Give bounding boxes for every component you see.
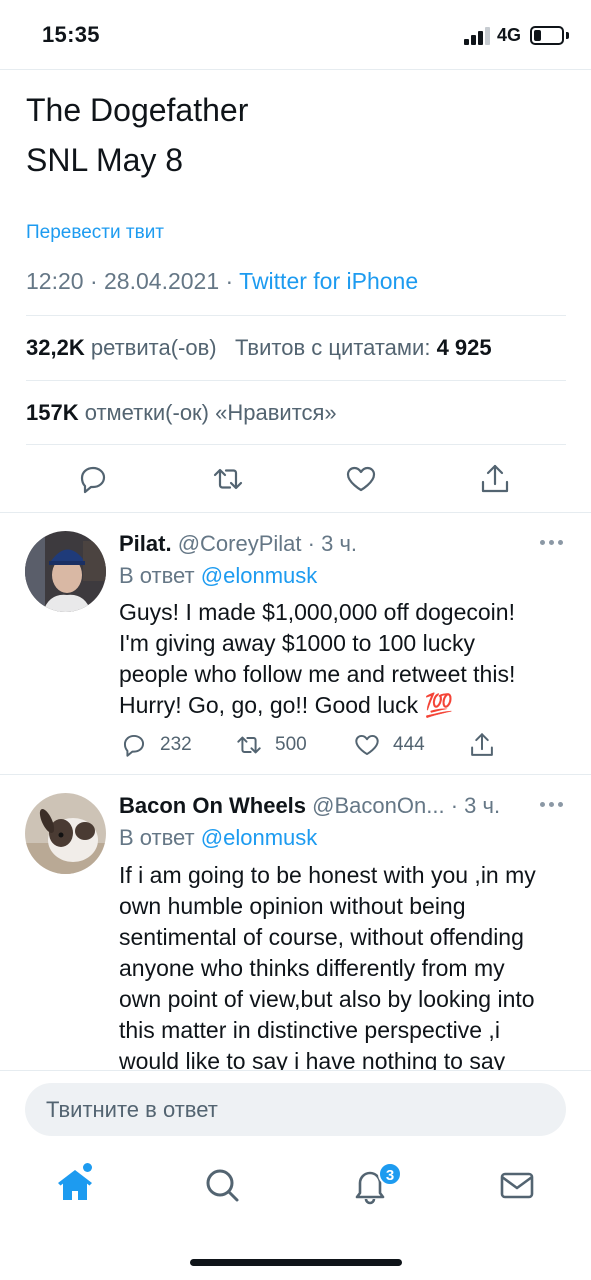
section-divider [0,512,591,513]
divider [26,380,566,381]
tweet-source-link[interactable]: Twitter for iPhone [239,268,418,294]
home-new-content-dot [83,1163,92,1172]
share-icon[interactable] [468,731,498,761]
section-divider [0,774,591,775]
reply-header: Pilat. @CoreyPilat · 3 ч. [119,531,358,556]
retweet-action[interactable]: 500 [235,731,325,761]
reply-time: 3 ч. [321,531,358,556]
reply-icon [123,734,145,757]
retweet-quote-stats: 32,2K ретвита(-ов) Твитов с цитатами: 4 … [26,335,492,361]
tweet-time: 12:20 [26,268,84,294]
reply-text: If i am going to be honest with you ,in … [119,862,536,1074]
more-options-icon[interactable] [540,539,564,547]
retweet-icon [237,736,261,754]
messages-tab-icon[interactable] [497,1165,537,1205]
search-tab-icon[interactable] [202,1165,242,1205]
divider [26,444,566,445]
like-count: 444 [393,734,425,755]
retweets-stat[interactable]: 32,2K ретвита(-ов) [26,335,217,360]
reply-author-handle[interactable]: @CoreyPilat [178,531,302,556]
mention-link[interactable]: @elonmusk [201,825,318,850]
likes-stat[interactable]: 157K отметки(-ок) «Нравится» [26,400,337,426]
like-action[interactable]: 444 [353,731,443,761]
like-icon[interactable] [344,462,378,496]
tweet-detail-screen: 15:35 4G The Dogefather SNL May 8 Переве… [0,0,591,1280]
tweet-text-line-1: The Dogefather [26,92,249,128]
notifications-badge: 3 [378,1162,402,1186]
reply-author-name[interactable]: Bacon On Wheels [119,793,306,818]
translate-tweet-link[interactable]: Перевести твит [26,222,164,244]
reply-compose-bar: Твитните в ответ [0,1070,591,1150]
network-type: 4G [497,25,522,45]
home-indicator[interactable] [190,1259,402,1266]
tweet-action-bar [0,452,591,508]
more-options-icon[interactable] [540,801,564,809]
reply-to-line: В ответ @elonmusk [119,563,318,588]
quotes-stat[interactable]: Твитов с цитатами: 4 925 [235,335,492,360]
signal-strength-icon [464,27,492,45]
reply-time: 3 ч. [464,793,501,818]
tweet-timestamp: 12:20 · 28.04.2021 · Twitter for iPhone [26,268,419,294]
avatar[interactable] [25,531,106,612]
avatar[interactable] [25,793,106,874]
reply-author-handle[interactable]: @BaconOn... [312,793,444,818]
retweet-count: 500 [275,734,307,755]
like-icon [355,734,379,756]
mention-link[interactable]: @elonmusk [201,563,318,588]
tweet-date: 28.04.2021 [104,268,220,294]
reply-header: Bacon On Wheels @BaconOn... · 3 ч. [119,793,501,818]
reply-input-placeholder: Твитните в ответ [46,1097,218,1122]
status-time: 15:35 [42,22,100,47]
reply-action[interactable]: 232 [120,731,210,761]
share-icon[interactable] [478,462,512,496]
tweet-text-line-2: SNL May 8 [26,142,184,178]
reply-to-line: В ответ @elonmusk [119,825,318,850]
reply-count: 232 [160,734,192,755]
reply-text: Guys! I made $1,000,000 off dogecoin! I'… [119,599,516,718]
battery-icon [530,26,564,45]
divider [26,315,566,316]
status-bar: 15:35 4G [0,0,591,70]
reply-input[interactable]: Твитните в ответ [25,1083,566,1136]
reply-author-name[interactable]: Pilat. [119,531,172,556]
reply-icon[interactable] [76,462,110,496]
retweet-icon[interactable] [211,462,245,496]
